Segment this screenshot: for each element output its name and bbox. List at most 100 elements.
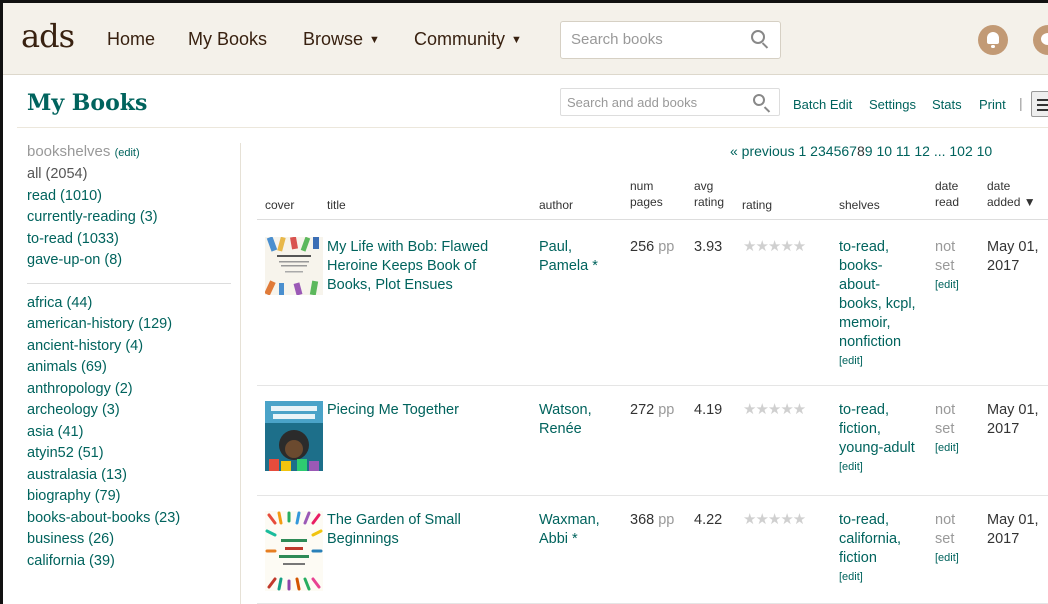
- shelf-tag[interactable]: fiction: [839, 549, 901, 568]
- shelf-link-currently-reading[interactable]: currently-reading (3): [27, 207, 232, 229]
- pages-unit: pp: [658, 239, 675, 255]
- shelf-link-all[interactable]: all (2054): [27, 164, 232, 186]
- search-icon[interactable]: [751, 30, 765, 44]
- page-count: 272: [630, 402, 655, 418]
- shelf-link-read[interactable]: read (1010): [27, 186, 232, 208]
- shelf-search: [560, 88, 780, 116]
- edit-date-read-link[interactable]: [edit]: [935, 549, 959, 568]
- shelf-link[interactable]: animals (69): [27, 357, 232, 379]
- column-header-shelves[interactable]: shelves: [839, 197, 880, 213]
- nav-browse[interactable]: Browse ▼: [303, 29, 380, 50]
- shelf-link[interactable]: africa (44): [27, 293, 232, 315]
- nav-my-books[interactable]: My Books: [188, 29, 267, 50]
- book-title-link[interactable]: My Life with Bob: Flawed Heroine Keeps B…: [327, 238, 488, 295]
- star-rating-input[interactable]: ★★★★★: [743, 510, 806, 528]
- shelf-search-input[interactable]: [567, 95, 747, 110]
- star-rating-input[interactable]: ★★★★★: [743, 400, 806, 418]
- shelf-tag[interactable]: about-: [839, 276, 916, 295]
- date-read-cell: not set [edit]: [935, 401, 959, 458]
- edit-shelves-link[interactable]: [edit]: [839, 352, 916, 371]
- column-header-date-added[interactable]: date added ▼: [987, 178, 1036, 210]
- search-icon[interactable]: [753, 94, 765, 106]
- shelf-tag[interactable]: memoir,: [839, 314, 916, 333]
- site-logo[interactable]: ads: [21, 17, 75, 55]
- shelf-link[interactable]: atyin52 (51): [27, 443, 232, 465]
- author-link[interactable]: Waxman, Abbi *: [539, 511, 600, 549]
- shelf-tag[interactable]: to-read,: [839, 401, 915, 420]
- shelf-link[interactable]: books-about-books (23): [27, 508, 232, 530]
- shelf-link[interactable]: asia (41): [27, 422, 232, 444]
- shelf-tag[interactable]: books, kcpl,: [839, 295, 916, 314]
- shelf-link[interactable]: archeology (3): [27, 400, 232, 422]
- book-title-link[interactable]: The Garden of Small Beginnings: [327, 511, 461, 549]
- column-header-avg-rating[interactable]: avg rating: [694, 178, 724, 210]
- edit-date-read-link[interactable]: [edit]: [935, 439, 959, 458]
- shelf-tag[interactable]: fiction,: [839, 420, 915, 439]
- notification-bell-icon[interactable]: [978, 25, 1008, 55]
- nav-community[interactable]: Community ▼: [414, 29, 522, 50]
- shelf-tag[interactable]: young-adult: [839, 439, 915, 458]
- shelf-link[interactable]: biography (79): [27, 486, 232, 508]
- author-link[interactable]: Watson, Renée: [539, 401, 592, 439]
- shelf-link-to-read[interactable]: to-read (1033): [27, 229, 232, 251]
- header-line: avg: [694, 179, 714, 193]
- page-link[interactable]: 11: [896, 143, 911, 159]
- nav-home[interactable]: Home: [107, 29, 155, 50]
- nav-community-label: Community: [414, 29, 506, 49]
- column-header-rating[interactable]: rating: [742, 197, 772, 213]
- toolbar-separator: |: [1019, 95, 1023, 111]
- page-link[interactable]: 4: [826, 143, 834, 159]
- date-added-line: 2017: [987, 421, 1020, 437]
- shelf-link[interactable]: australasia (13): [27, 465, 232, 487]
- page-link[interactable]: 3: [818, 143, 826, 159]
- shelf-tag[interactable]: california,: [839, 530, 901, 549]
- shelf-link-gave-up-on[interactable]: gave-up-on (8): [27, 250, 232, 272]
- shelf-tag[interactable]: nonfiction: [839, 333, 916, 352]
- page-link[interactable]: 1: [798, 143, 806, 159]
- settings-link[interactable]: Settings: [869, 97, 916, 112]
- edit-shelves-link[interactable]: [edit]: [839, 568, 901, 587]
- shelf-link[interactable]: ancient-history (4): [27, 336, 232, 358]
- star-rating-input[interactable]: ★★★★★: [743, 237, 806, 255]
- column-header-title[interactable]: title: [327, 197, 346, 213]
- book-cover[interactable]: [265, 511, 323, 591]
- stats-link[interactable]: Stats: [932, 97, 962, 112]
- column-header-author[interactable]: author: [539, 197, 573, 213]
- shelf-link[interactable]: anthropology (2): [27, 379, 232, 401]
- page-link[interactable]: 7: [849, 143, 857, 159]
- num-pages: 368 pp: [630, 511, 674, 530]
- author-link[interactable]: Paul, Pamela *: [539, 238, 598, 276]
- previous-page-link[interactable]: « previous: [730, 143, 795, 159]
- sidebar-separator: [240, 143, 241, 604]
- shelf-link[interactable]: business (26): [27, 529, 232, 551]
- bookshelves-heading: bookshelves (edit): [27, 143, 232, 160]
- site-search-input[interactable]: [571, 31, 741, 48]
- message-icon[interactable]: [1033, 25, 1048, 55]
- list-view-icon[interactable]: [1031, 91, 1048, 117]
- shelf-tag[interactable]: to-read,: [839, 238, 916, 257]
- edit-shelves-link[interactable]: [edit]: [839, 458, 915, 477]
- shelf-link[interactable]: california (39): [27, 551, 232, 573]
- book-cover[interactable]: [265, 401, 323, 471]
- page-link[interactable]: 12: [914, 143, 930, 159]
- book-title-link[interactable]: Piecing Me Together: [327, 401, 459, 420]
- page-link[interactable]: 9: [865, 143, 873, 159]
- column-header-date-read[interactable]: date read: [935, 178, 959, 210]
- book-cover[interactable]: [264, 236, 323, 296]
- author-line: Abbi *: [539, 531, 578, 547]
- page-link[interactable]: 6: [841, 143, 849, 159]
- page-link[interactable]: 102: [949, 143, 972, 159]
- column-header-num-pages[interactable]: num pages: [630, 178, 663, 210]
- page-link[interactable]: 10: [876, 143, 892, 159]
- bookshelves-edit-link[interactable]: (edit): [115, 147, 140, 159]
- batch-edit-link[interactable]: Batch Edit: [793, 97, 852, 112]
- print-link[interactable]: Print: [979, 97, 1006, 112]
- page-title[interactable]: My Books: [27, 90, 147, 116]
- page-link[interactable]: 2: [810, 143, 818, 159]
- edit-date-read-link[interactable]: [edit]: [935, 276, 959, 295]
- shelf-tag[interactable]: to-read,: [839, 511, 901, 530]
- column-header-cover[interactable]: cover: [265, 197, 294, 213]
- page-link[interactable]: 10: [977, 143, 993, 159]
- shelf-tag[interactable]: books-: [839, 257, 916, 276]
- shelf-link[interactable]: american-history (129): [27, 314, 232, 336]
